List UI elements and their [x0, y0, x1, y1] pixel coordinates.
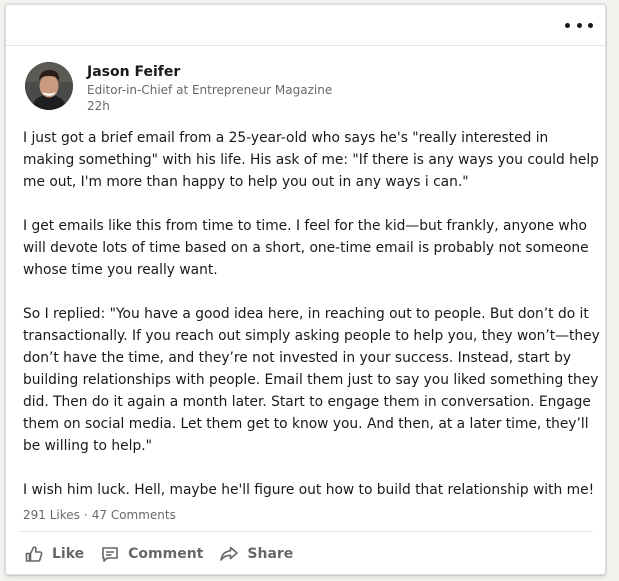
author-name[interactable]: Jason Feifer: [87, 62, 487, 82]
post-paragraph: I get emails like this from time to time…: [23, 218, 589, 278]
social-separator: ·: [83, 508, 88, 522]
share-arrow-icon: [219, 544, 239, 564]
menu-dot: [565, 22, 570, 28]
post-paragraph: I wish him luck. Hell, maybe he'll figur…: [23, 482, 595, 498]
share-button[interactable]: Share: [215, 539, 297, 569]
thumbs-up-icon: [24, 544, 44, 564]
comments-count[interactable]: 47 Comments: [92, 508, 176, 522]
comment-button[interactable]: Comment: [96, 539, 207, 569]
avatar[interactable]: [25, 62, 73, 110]
comment-icon: [100, 544, 120, 564]
post-top-bar: [6, 5, 605, 46]
post-card: Jason Feifer Editor-in-Chief at Entrepre…: [5, 4, 606, 575]
post-paragraph: So I replied: "You have a good idea here…: [23, 306, 600, 454]
author-info: Jason Feifer Editor-in-Chief at Entrepre…: [87, 62, 487, 114]
social-counts: 291 Likes · 47 Comments: [23, 507, 176, 523]
menu-dot: [588, 22, 593, 28]
more-options-icon[interactable]: [565, 17, 593, 33]
author-headline: Editor-in-Chief at Entrepreneur Magazine: [87, 83, 333, 97]
comment-label: Comment: [128, 546, 204, 562]
avatar-image: [25, 62, 73, 110]
like-label: Like: [52, 546, 85, 562]
actions-divider: [18, 531, 593, 532]
post-actions: Like Comment Share: [20, 539, 305, 569]
like-button[interactable]: Like: [20, 539, 88, 569]
post-paragraph: I just got a brief email from a 25-year-…: [23, 130, 599, 190]
post-body: I just got a brief email from a 25-year-…: [23, 127, 601, 501]
menu-dot: [576, 22, 582, 28]
post-timestamp: 22h: [87, 99, 110, 113]
share-label: Share: [247, 546, 294, 562]
likes-count[interactable]: 291 Likes: [23, 508, 80, 522]
